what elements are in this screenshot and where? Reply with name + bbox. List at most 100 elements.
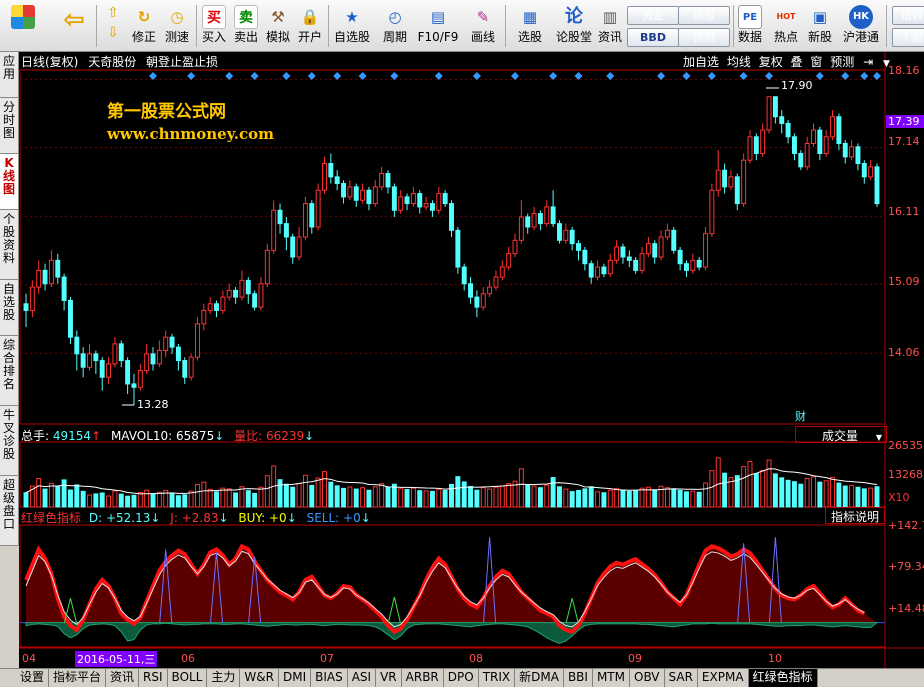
- indicator-help-button[interactable]: 指标说明: [825, 507, 885, 524]
- finance-marker[interactable]: 财: [795, 408, 806, 424]
- volume-bar-up: [423, 490, 429, 508]
- forum-button[interactable]: 论 论股堂: [554, 3, 594, 49]
- tab-mtm[interactable]: MTM: [593, 669, 630, 687]
- candle-up: [347, 186, 353, 198]
- tab-boll[interactable]: BOLL: [168, 669, 208, 687]
- hk-connect-button[interactable]: HK 沪港通: [840, 3, 882, 49]
- tab-arbr[interactable]: ARBR: [402, 669, 444, 687]
- candle-up: [379, 173, 385, 188]
- tab-dmi[interactable]: DMI: [279, 669, 312, 687]
- window-button[interactable]: 窗: [808, 55, 824, 69]
- speed-label: 测速: [164, 30, 189, 44]
- page-up-down-button[interactable]: ⇧ ⇩: [100, 3, 126, 49]
- tab-expma[interactable]: EXPMA: [698, 669, 749, 687]
- tab-order-book[interactable]: 超级盘口: [0, 476, 19, 546]
- volume-bar-up: [156, 491, 162, 508]
- bbd-button[interactable]: BBD: [627, 28, 679, 47]
- fix-button[interactable]: ↻ 修正: [128, 3, 160, 49]
- tab-rsi[interactable]: RSI: [139, 669, 168, 687]
- tab-profile[interactable]: 个股资料: [0, 210, 19, 280]
- back-button[interactable]: ⇦: [56, 3, 92, 49]
- tab-settings[interactable]: 设置: [0, 669, 50, 687]
- tab-red-green-indicator[interactable]: 红绿色指标: [748, 669, 818, 687]
- simulate-button[interactable]: ⚒ 模拟: [263, 3, 293, 49]
- candle-down: [125, 360, 131, 385]
- sell-button[interactable]: 卖 卖出: [231, 3, 261, 49]
- screener-icon: ▦: [522, 8, 538, 26]
- volume-bar-up: [493, 486, 499, 508]
- volume-selector[interactable]: 成交量 ▼: [795, 426, 887, 443]
- tab-news[interactable]: 资讯: [106, 669, 140, 687]
- tab-watchlist[interactable]: 自选股: [0, 280, 19, 336]
- new-stock-button[interactable]: ▣ 新股: [805, 3, 835, 49]
- draw-line-button[interactable]: ✎ 画线: [465, 3, 501, 49]
- volume-bar-down: [42, 488, 48, 508]
- predict-button[interactable]: 预测: [828, 55, 856, 69]
- fund-button[interactable]: 资金: [627, 6, 679, 25]
- watermark-title: 第一股票公式网: [107, 102, 226, 122]
- tab-vr[interactable]: VR: [376, 669, 402, 687]
- candle-down: [334, 176, 340, 185]
- tab-indicator-platform[interactable]: 指标平台: [49, 669, 107, 687]
- tab-main-force[interactable]: 主力: [207, 669, 241, 687]
- news-button[interactable]: ▥ 资讯: [596, 3, 624, 49]
- buy-button[interactable]: 买 买入: [199, 3, 229, 49]
- candle-down: [855, 146, 861, 165]
- volume-bar-up: [195, 483, 200, 508]
- tab-intraday[interactable]: 分时图: [0, 98, 19, 154]
- tab-bbi[interactable]: BBI: [564, 669, 593, 687]
- forecast-button[interactable]: 预测: [678, 28, 730, 47]
- tab-ranking[interactable]: 综合排名: [0, 336, 19, 406]
- research-button[interactable]: 研报: [678, 6, 730, 25]
- chart-canvas[interactable]: [19, 52, 924, 668]
- stock-button[interactable]: 个股: [892, 28, 924, 47]
- volume-bar-down: [429, 490, 435, 508]
- tab-asi[interactable]: ASI: [348, 669, 377, 687]
- adjust-button[interactable]: 复权: [757, 55, 785, 69]
- screener-button[interactable]: ▦ 选股: [508, 3, 552, 49]
- signal-diamond: [187, 72, 196, 80]
- open-account-button[interactable]: 🔒 开户: [295, 3, 325, 49]
- tab-obv[interactable]: OBV: [630, 669, 665, 687]
- star-icon: ★: [345, 8, 359, 26]
- windows-grid-button[interactable]: [4, 3, 42, 49]
- volume-bar-down: [576, 489, 581, 508]
- period-label: 日线(复权): [21, 55, 79, 69]
- candle-down: [131, 383, 137, 388]
- signal-diamond: [606, 72, 615, 80]
- tab-diagnosis[interactable]: 牛叉诊股: [0, 406, 19, 476]
- volume-bar-up: [811, 476, 816, 508]
- period-button[interactable]: ◴ 周期: [376, 3, 414, 49]
- overlay-button[interactable]: 叠: [789, 55, 805, 69]
- volume-bar-down: [817, 481, 823, 508]
- signal-diamond: [390, 72, 399, 80]
- tab-trix[interactable]: TRIX: [479, 669, 516, 687]
- add-watchlist-button[interactable]: 加自选: [681, 55, 721, 69]
- tab-bias[interactable]: BIAS: [311, 669, 348, 687]
- tab-new-dma[interactable]: 新DMA: [515, 669, 564, 687]
- tab-kline[interactable]: K线图: [0, 154, 19, 210]
- watchlist-button[interactable]: ★ 自选股: [331, 3, 373, 49]
- kline-chart[interactable]: 日线(复权) 天奇股份 朝登止盈止损 加自选 均线 复权 叠 窗 预测 ⇥ ▼ …: [19, 52, 924, 668]
- volume-bar-up: [398, 488, 404, 508]
- candle-up: [741, 159, 747, 205]
- hot-button[interactable]: HOT 热点: [771, 3, 801, 49]
- data-button[interactable]: PE 数据: [735, 3, 765, 49]
- ma-button[interactable]: 均线: [725, 55, 753, 69]
- candle-up: [849, 146, 855, 158]
- f10-button[interactable]: ▤ F10/F9: [416, 3, 460, 49]
- indicator-title: 红绿色指标: [21, 511, 82, 525]
- candle-down: [677, 249, 683, 265]
- speed-test-button[interactable]: ◷ 测速: [161, 3, 193, 49]
- d-label: D:: [88, 511, 103, 525]
- tab-app[interactable]: 应用: [0, 52, 19, 98]
- volume-bar-down: [391, 483, 397, 508]
- tab-dpo[interactable]: DPO: [444, 669, 479, 687]
- volume-bar-down: [169, 492, 175, 508]
- index-button[interactable]: 指数: [892, 6, 924, 25]
- tab-wr[interactable]: W&R: [240, 669, 279, 687]
- candle-up: [207, 303, 213, 311]
- tab-sar[interactable]: SAR: [665, 669, 698, 687]
- candle-up: [302, 203, 308, 238]
- exit-icon[interactable]: ⇥: [860, 55, 876, 69]
